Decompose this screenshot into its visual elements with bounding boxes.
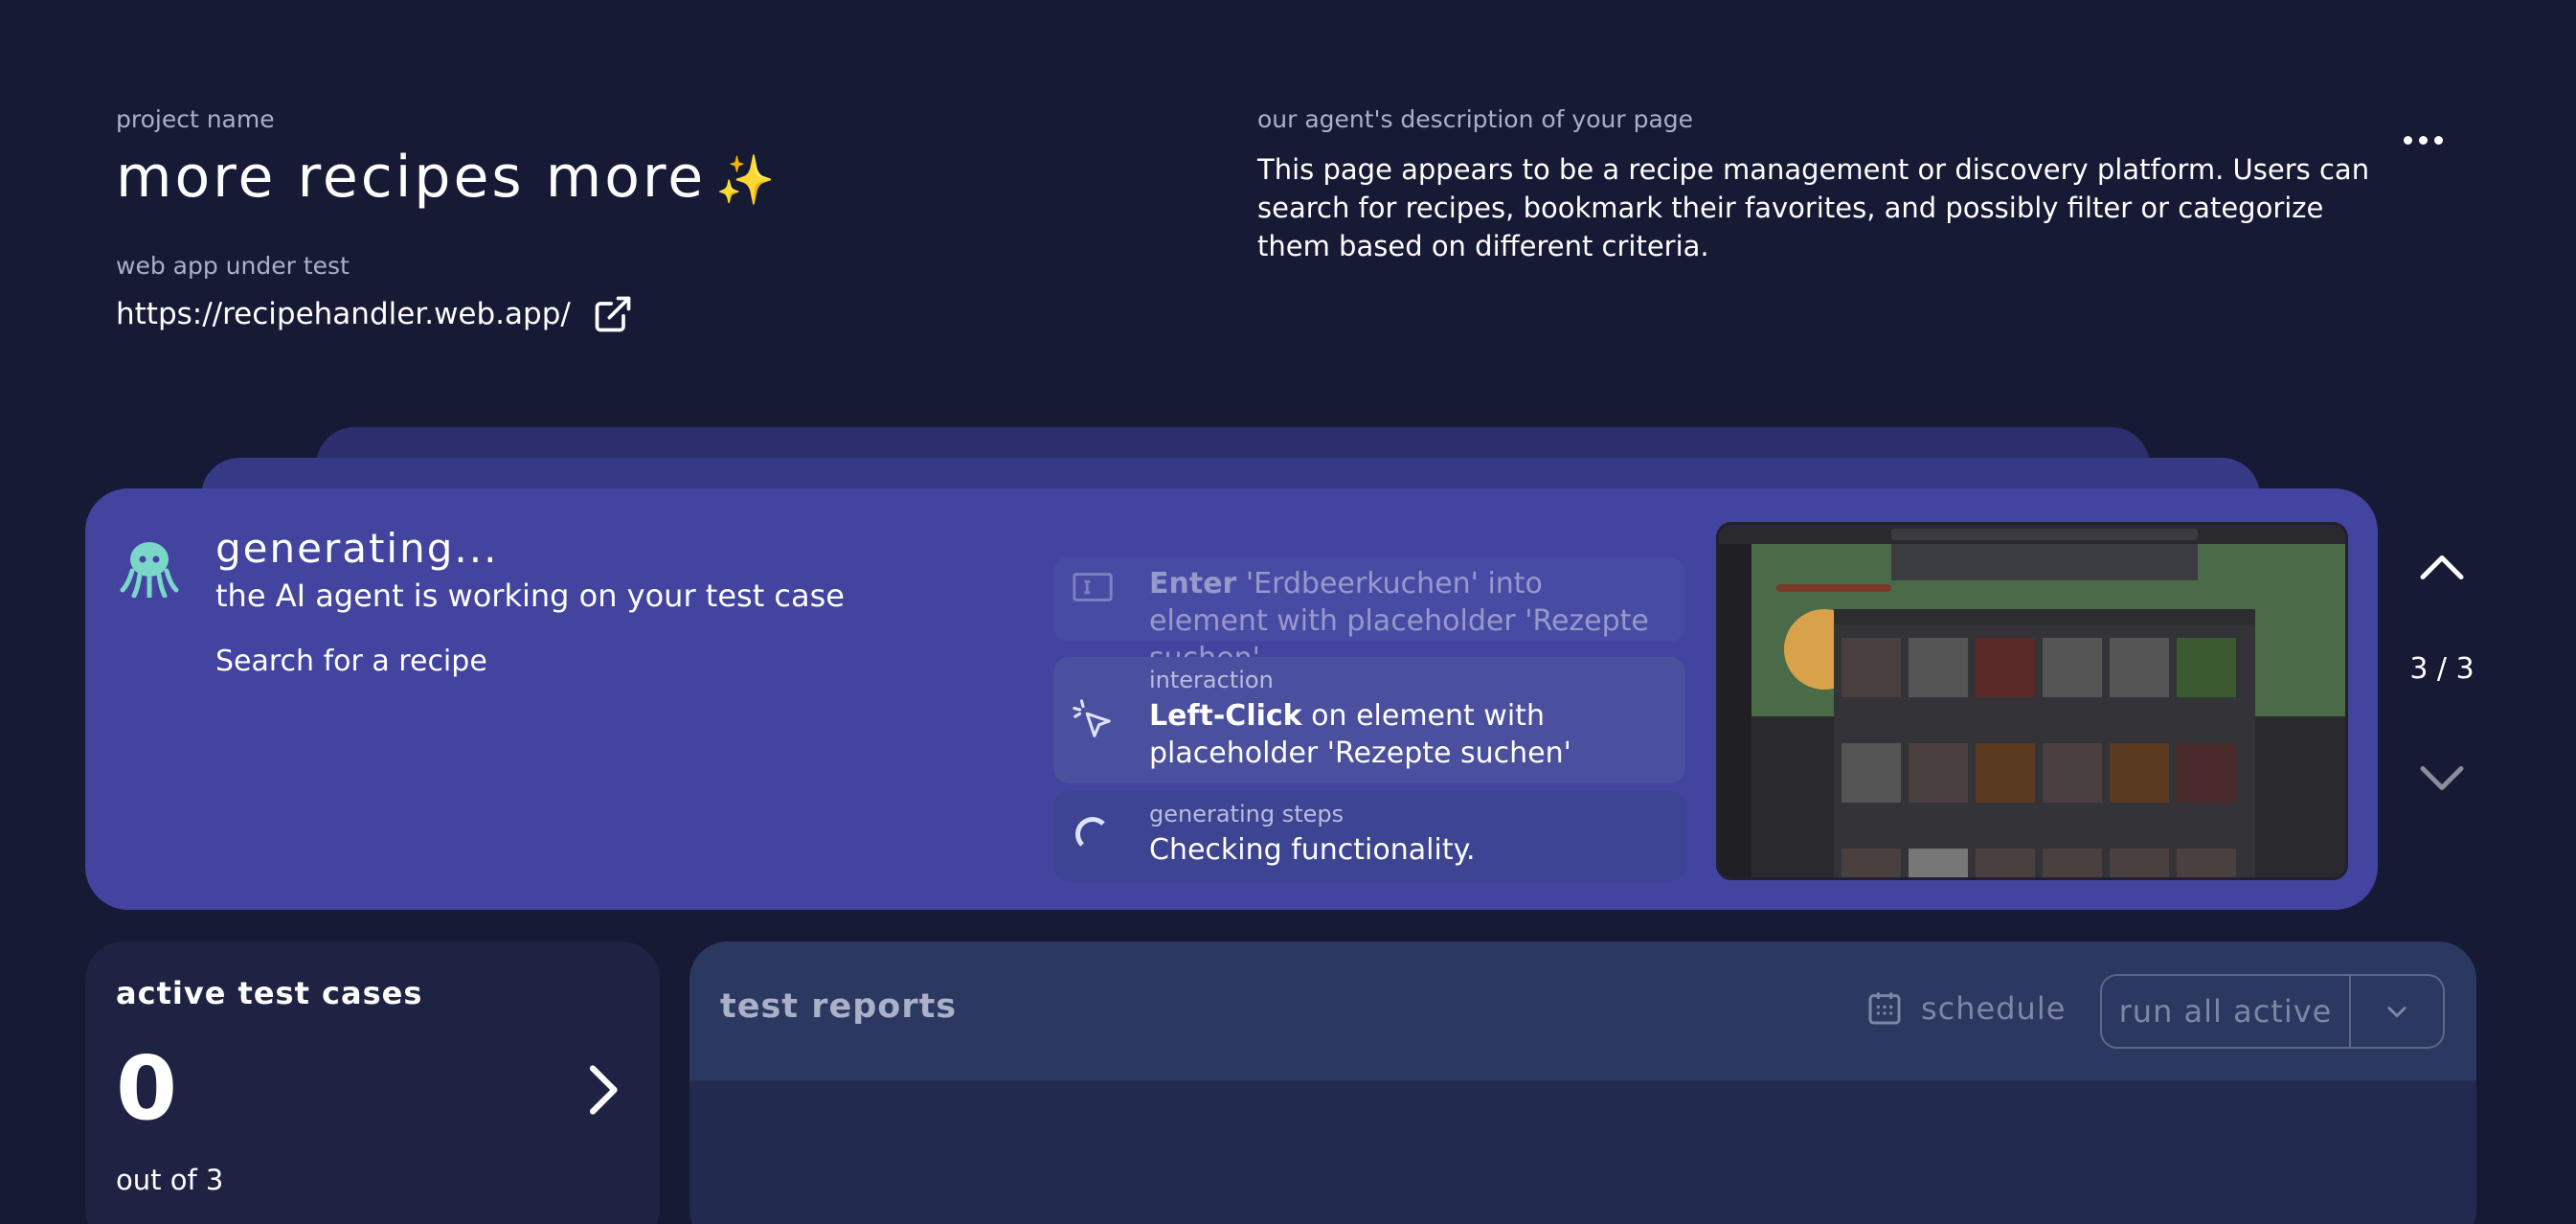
project-name: more recipes more — [116, 144, 707, 211]
test-reports-card: test reports schedule run all active — [689, 941, 2476, 1224]
external-link-icon[interactable] — [592, 293, 634, 335]
active-test-cases-total: out of 3 — [116, 1164, 224, 1196]
run-all-active-button[interactable]: run all active — [2102, 976, 2351, 1047]
url-row: https://recipehandler.web.app/ — [116, 293, 634, 335]
step-generating: generating steps Checking functionality. — [1053, 791, 1685, 881]
octopus-icon — [120, 542, 179, 598]
step-action: Left-Click — [1149, 699, 1302, 733]
more-options-button[interactable] — [2394, 121, 2452, 159]
sparkle-icon: ✨ — [715, 152, 779, 208]
calendar-icon — [1868, 992, 1901, 1025]
generating-subtitle: the AI agent is working on your test cas… — [215, 578, 845, 614]
test-reports-title: test reports — [720, 987, 958, 1026]
case-counter: 3 / 3 — [2409, 652, 2474, 686]
loading-spinner-icon — [1071, 812, 1115, 856]
test-case-name: Search for a recipe — [215, 645, 487, 678]
active-test-cases-card[interactable]: active test cases 0 out of 3 — [85, 941, 660, 1224]
active-test-cases-count: 0 — [116, 1037, 178, 1140]
schedule-label: schedule — [1921, 990, 2067, 1027]
dot-icon — [2433, 135, 2443, 145]
project-name-label: project name — [116, 105, 275, 133]
schedule-button[interactable]: schedule — [1865, 989, 2066, 1028]
click-cursor-icon — [1073, 699, 1111, 737]
test-reports-header: test reports schedule run all active — [689, 941, 2476, 1080]
web-app-url[interactable]: https://recipehandler.web.app/ — [116, 297, 571, 331]
chevron-up-icon[interactable] — [2413, 541, 2471, 599]
preview-image — [1719, 525, 2345, 877]
generating-title: generating... — [215, 525, 499, 572]
step-description: Left-Click on element with placeholder '… — [1149, 697, 1666, 772]
dot-icon — [2403, 135, 2412, 145]
chevron-down-icon — [2387, 1007, 2407, 1018]
step-action: Enter — [1149, 567, 1237, 601]
chevron-right-icon[interactable] — [583, 1061, 621, 1119]
step-label: generating steps — [1149, 801, 1344, 827]
project-title: more recipes more ✨ — [116, 144, 778, 211]
description-label: our agent's description of your page — [1257, 105, 1694, 133]
web-app-label: web app under test — [116, 252, 350, 280]
step-click: interaction Left-Click on element with p… — [1053, 657, 1685, 783]
run-all-split-button: run all active — [2100, 974, 2445, 1049]
text-input-icon — [1073, 573, 1113, 601]
step-description: Checking functionality. — [1149, 833, 1476, 867]
step-enter: Enter 'Erdbeerkuchen' into element with … — [1053, 557, 1685, 675]
chevron-down-icon[interactable] — [2413, 747, 2471, 805]
step-label: interaction — [1149, 667, 1274, 693]
dot-icon — [2418, 135, 2428, 145]
active-test-cases-title: active test cases — [116, 975, 423, 1011]
page-preview-screenshot — [1716, 522, 2348, 880]
page-description: This page appears to be a recipe managem… — [1257, 153, 2370, 262]
run-options-dropdown[interactable] — [2351, 976, 2443, 1047]
